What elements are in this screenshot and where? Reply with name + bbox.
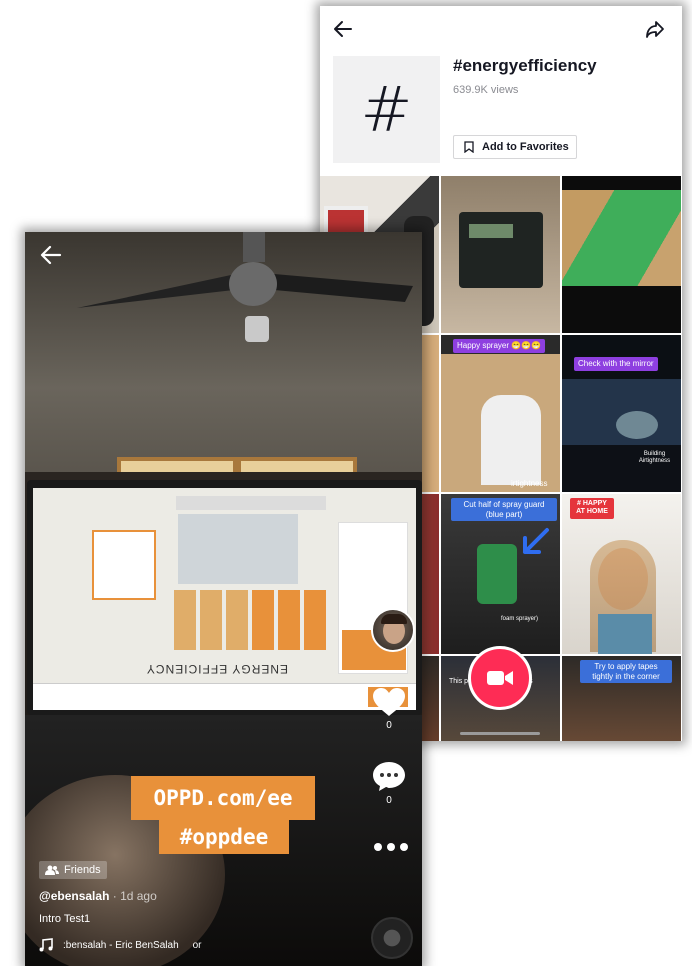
caption-check-mirror: Check with the mirror [574, 357, 658, 371]
ceiling-fan-image [77, 232, 413, 342]
website-heading: ENERGY EFFICIENCY [145, 662, 288, 676]
friends-label: Friends [64, 864, 101, 876]
post-time: · 1d ago [112, 889, 157, 903]
caption-cut-half: Cut half of spray guard (blue part) [451, 498, 557, 522]
caption-happy-sprayer: Happy sprayer 😁😁😁 [453, 339, 546, 353]
like-count: 0 [386, 720, 392, 731]
music-info[interactable]: :bensalah - Eric BenSalah or [39, 938, 202, 952]
record-button[interactable] [468, 646, 532, 710]
hashtag-topbar [320, 6, 682, 50]
add-to-favorites-label: Add to Favorites [482, 141, 569, 153]
hashtag-title: #energyefficiency [453, 56, 597, 75]
music-title-tail: or [192, 939, 202, 951]
video-frame: OPPD ENERGY EFFICIENCY OPPD.com/ee #oppd… [25, 232, 422, 966]
video-thumbnail[interactable] [441, 176, 560, 333]
hashtag-views: 639.9K views [453, 84, 519, 96]
share-icon[interactable] [644, 18, 666, 40]
video-thumbnail[interactable]: Check with the mirror Building Airtightn… [562, 335, 681, 492]
video-thumbnail[interactable]: Try to apply tapes tightly in the corner [562, 656, 681, 741]
comment-control[interactable]: 0 [366, 760, 412, 806]
more-options-icon[interactable] [373, 842, 409, 852]
add-to-favorites-button[interactable]: Add to Favorites [453, 135, 577, 159]
promo-url: OPPD.com/ee [131, 776, 315, 820]
caption-happy-at-home: # HAPPY AT HOME [570, 498, 614, 519]
home-indicator [460, 732, 540, 735]
hashtag-thumbnail: # [333, 56, 440, 163]
caption-airtightness: irtightness [511, 479, 548, 488]
creator-username[interactable]: @ebensalah [39, 889, 109, 903]
arrow-annotation-icon [523, 528, 549, 554]
caption-building-airtightness: Building Airtightness [638, 451, 671, 465]
hash-symbol: # [360, 73, 413, 146]
video-description: Intro Test1 [39, 913, 91, 925]
promo-hashtag: #oppdee [159, 820, 289, 854]
comment-icon[interactable] [372, 760, 406, 792]
creator-avatar[interactable] [371, 608, 415, 652]
friends-badge: Friends [39, 861, 107, 879]
music-note-icon [39, 938, 53, 952]
back-arrow-icon[interactable] [39, 244, 63, 266]
video-thumbnail[interactable]: Cut half of spray guard (blue part) foam… [441, 494, 560, 654]
caption-try-apply: Try to apply tapes tightly in the corner [580, 660, 672, 684]
video-player[interactable]: OPPD ENERGY EFFICIENCY OPPD.com/ee #oppd… [25, 232, 422, 966]
laptop-screen: OPPD ENERGY EFFICIENCY [27, 480, 422, 715]
back-arrow-icon[interactable] [332, 18, 354, 40]
music-title: :bensalah - Eric BenSalah [63, 939, 179, 951]
website-screenshot: OPPD ENERGY EFFICIENCY [33, 488, 416, 710]
bookmark-icon [464, 141, 474, 153]
creator-info[interactable]: @ebensalah · 1d ago [39, 889, 157, 903]
video-camera-icon [487, 671, 513, 685]
heart-icon[interactable] [372, 687, 406, 717]
music-disc-icon[interactable] [371, 917, 413, 959]
friends-icon [45, 865, 59, 875]
comment-count: 0 [386, 795, 392, 806]
like-control[interactable]: 0 [366, 687, 412, 731]
video-thumbnail[interactable]: Happy sprayer 😁😁😁 irtightness [441, 335, 560, 492]
video-thumbnail[interactable] [562, 176, 681, 333]
caption-foam-sprayer: foam sprayer) [501, 616, 539, 622]
video-thumbnail[interactable]: # HAPPY AT HOME [562, 494, 681, 654]
